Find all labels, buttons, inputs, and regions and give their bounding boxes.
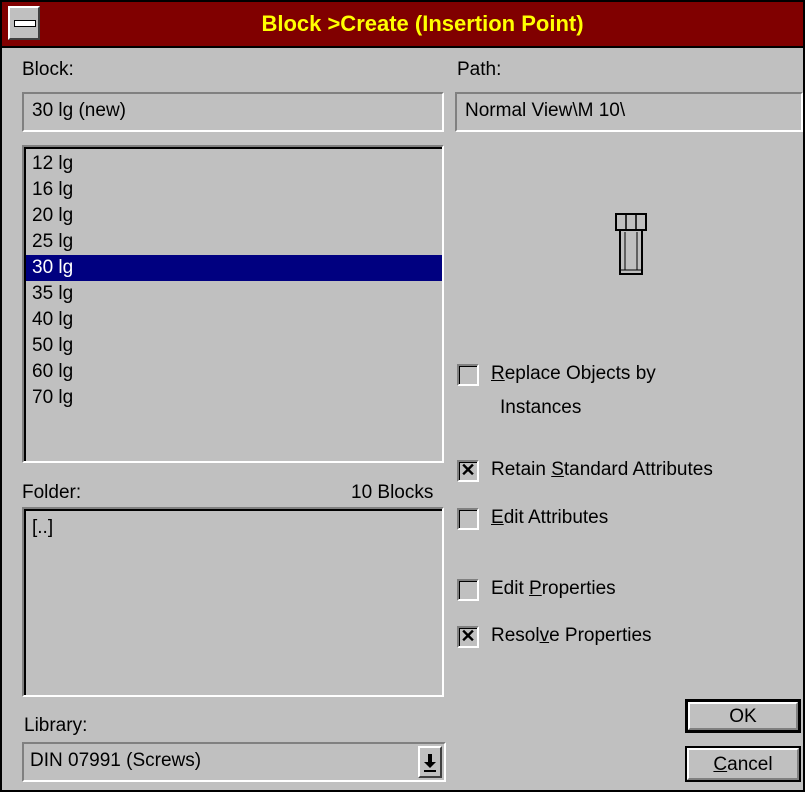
block-list-item[interactable]: 25 lg [26,229,442,255]
path-label: Path: [457,59,502,80]
check-mark-icon: ✕ [460,626,476,646]
block-create-dialog: Block >Create (Insertion Point) Block: 3… [0,0,805,792]
folder-list[interactable]: [..] [22,507,444,697]
block-list-item[interactable]: 16 lg [26,177,442,203]
block-list-item[interactable]: 70 lg [26,385,442,411]
folder-list-item[interactable]: [..] [26,515,442,541]
replace-objects-checkbox[interactable] [457,364,479,386]
window-title: Block >Create (Insertion Point) [261,11,584,36]
screw-preview-icon [615,213,647,275]
path-value: Normal View\M 10\ [465,100,626,121]
block-list[interactable]: 12 lg 16 lg 20 lg 25 lg 30 lg 35 lg 40 lg 50 lg… [22,145,444,463]
system-menu-icon [14,20,36,27]
path-field: Normal View\M 10\ [455,92,803,132]
folder-label: Folder: [22,482,82,503]
cancel-button-label: Cancel [713,754,773,775]
resolve-properties-label: Resolve Properties [491,625,652,646]
replace-objects-label-line2: Instances [500,397,582,418]
block-list-item[interactable]: 20 lg [26,203,442,229]
replace-objects-label: Replace Objects by [491,363,656,384]
edit-attributes-checkbox[interactable] [457,508,479,530]
edit-properties-checkbox[interactable] [457,579,479,601]
library-dropdown[interactable]: DIN 07991 (Screws) [22,742,446,782]
block-name-field[interactable]: 30 lg (new) [22,92,444,132]
library-value: DIN 07991 (Screws) [30,750,202,771]
block-list-item[interactable]: 50 lg [26,333,442,359]
block-count: 10 Blocks [351,482,434,503]
block-name-value: 30 lg (new) [32,100,126,121]
dropdown-arrow-icon [424,754,436,772]
block-list-item[interactable]: 35 lg [26,281,442,307]
retain-standard-attributes-checkbox[interactable]: ✕ [457,460,479,482]
ok-button-label: OK [729,706,757,727]
block-list-item[interactable]: 40 lg [26,307,442,333]
resolve-properties-checkbox[interactable]: ✕ [457,626,479,648]
check-mark-icon: ✕ [460,460,476,480]
library-label: Library: [24,715,88,736]
title-bar: Block >Create (Insertion Point) [2,2,803,48]
ok-button[interactable]: OK [685,699,801,733]
block-list-item[interactable]: 60 lg [26,359,442,385]
edit-properties-label: Edit Properties [491,578,616,599]
dropdown-arrow-button[interactable] [418,746,442,778]
cancel-button[interactable]: Cancel [685,746,801,782]
retain-standard-attributes-label: Retain Standard Attributes [491,459,713,480]
system-menu-button[interactable] [8,6,40,40]
block-list-item[interactable]: 30 lg [26,255,442,281]
block-label: Block: [22,59,74,80]
block-list-item[interactable]: 12 lg [26,151,442,177]
edit-attributes-label: Edit Attributes [491,507,609,528]
